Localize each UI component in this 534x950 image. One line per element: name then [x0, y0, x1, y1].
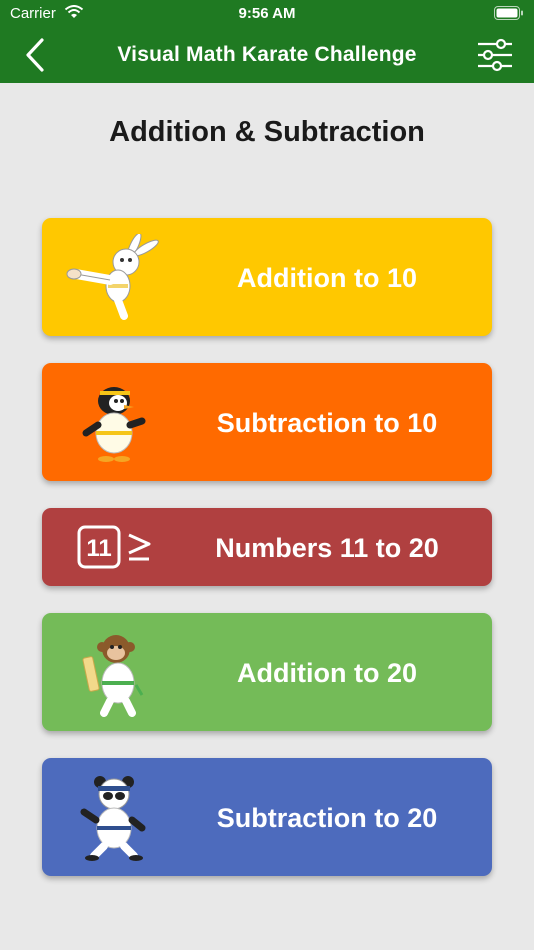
- level-label: Addition to 10: [237, 263, 417, 293]
- page-title: Addition & Subtraction: [109, 116, 425, 148]
- penguin-karate-icon: [82, 387, 146, 462]
- rabbit-karate-icon: [66, 234, 159, 320]
- monkey-karate-icon: [82, 635, 144, 717]
- level-button-addition-to-20[interactable]: Addition to 20: [42, 613, 492, 731]
- level-label: Numbers 11 to 20: [215, 533, 439, 563]
- panda-karate-icon: [80, 776, 146, 861]
- level-button-subtraction-to-10[interactable]: Subtraction to 10: [42, 363, 492, 481]
- number-compare-icon-text: 11: [86, 535, 111, 562]
- level-label: Addition to 20: [237, 658, 417, 688]
- nav-title: Visual Math Karate Challenge: [117, 43, 417, 66]
- level-button-numbers-11-to-20[interactable]: 11 Numbers 11 to 20: [42, 508, 492, 586]
- level-button-subtraction-to-20[interactable]: Subtraction to 20: [42, 758, 492, 876]
- status-bar: Carrier 9:56 AM: [0, 0, 534, 27]
- level-button-addition-to-10[interactable]: Addition to 10: [42, 218, 492, 336]
- navigation-bar: Visual Math Karate Challenge: [0, 27, 534, 83]
- battery-icon: [494, 6, 523, 20]
- sliders-settings-icon[interactable]: [476, 37, 514, 73]
- status-time: 9:56 AM: [238, 5, 296, 22]
- level-label: Subtraction to 20: [216, 803, 438, 833]
- number-compare-icon: 11: [77, 525, 151, 569]
- level-label: Subtraction to 10: [216, 408, 438, 438]
